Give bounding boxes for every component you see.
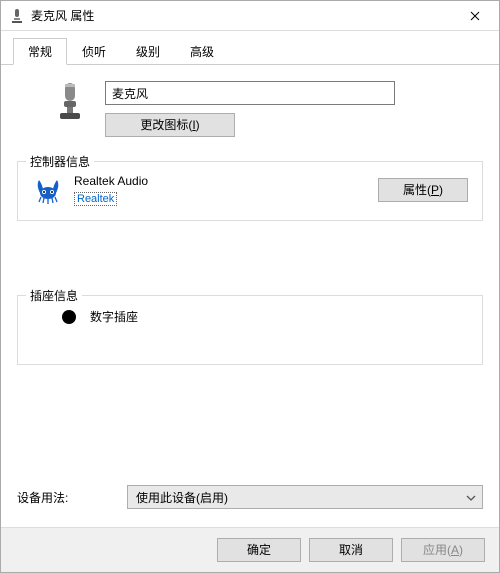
controller-legend: 控制器信息 xyxy=(26,153,94,170)
microphone-icon xyxy=(9,8,25,24)
jack-groupbox: 插座信息 数字插座 xyxy=(17,295,483,365)
tab-listen[interactable]: 侦听 xyxy=(67,38,121,65)
realtek-icon xyxy=(32,174,64,206)
tab-body-general: 更改图标(I) 控制器信息 Realtek Audio R xyxy=(1,65,499,527)
controller-name: Realtek Audio xyxy=(74,174,368,188)
usage-select[interactable]: 使用此设备(启用) xyxy=(127,485,483,509)
device-name-input[interactable] xyxy=(105,81,395,105)
jack-color-dot xyxy=(62,310,76,324)
cancel-button[interactable]: 取消 xyxy=(309,538,393,562)
ok-button[interactable]: 确定 xyxy=(217,538,301,562)
controller-link[interactable]: Realtek xyxy=(74,192,117,206)
device-row: 更改图标(I) xyxy=(53,81,483,137)
tab-advanced[interactable]: 高级 xyxy=(175,38,229,65)
jack-legend: 插座信息 xyxy=(26,287,82,304)
device-icon xyxy=(53,81,87,125)
close-button[interactable] xyxy=(453,2,497,30)
jack-label: 数字插座 xyxy=(90,308,138,325)
usage-selected-value: 使用此设备(启用) xyxy=(136,491,228,505)
titlebar: 麦克风 属性 xyxy=(1,1,499,31)
chevron-down-icon xyxy=(466,490,476,504)
window-title: 麦克风 属性 xyxy=(31,7,453,24)
tab-levels[interactable]: 级别 xyxy=(121,38,175,65)
usage-label: 设备用法: xyxy=(17,489,107,506)
tabs: 常规 侦听 级别 高级 xyxy=(1,31,499,65)
tab-general[interactable]: 常规 xyxy=(13,38,67,65)
dialog-footer: 确定 取消 应用(A) xyxy=(1,527,499,572)
change-icon-button[interactable]: 更改图标(I) xyxy=(105,113,235,137)
usage-row: 设备用法: 使用此设备(启用) xyxy=(17,485,483,509)
apply-button[interactable]: 应用(A) xyxy=(401,538,485,562)
controller-properties-button[interactable]: 属性(P) xyxy=(378,178,468,202)
controller-groupbox: 控制器信息 Realtek Audio Realtek 属性 xyxy=(17,161,483,221)
